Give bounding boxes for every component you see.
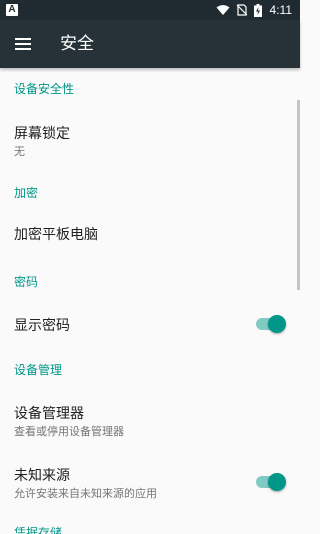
category-encryption: 加密 bbox=[14, 186, 39, 200]
app-notification-icon: A bbox=[6, 4, 18, 16]
show-passwords-toggle[interactable] bbox=[254, 315, 286, 333]
device-administrators-title: 设备管理器 bbox=[14, 406, 84, 422]
toggle-thumb bbox=[268, 315, 286, 333]
category-device-security: 设备安全性 bbox=[14, 82, 75, 96]
status-bar: A 4:11 bbox=[0, 0, 300, 20]
category-passwords: 密码 bbox=[14, 275, 39, 289]
app-bar: 安全 bbox=[0, 20, 300, 68]
wifi-icon bbox=[216, 5, 230, 15]
show-passwords-item[interactable]: 显示密码 bbox=[0, 300, 300, 348]
encrypt-tablet-item[interactable]: 加密平板电脑 bbox=[0, 208, 300, 256]
status-time: 4:11 bbox=[269, 3, 292, 17]
battery-charging-icon bbox=[253, 3, 262, 17]
device-administrators-summary: 查看或停用设备管理器 bbox=[14, 425, 124, 438]
category-device-admin: 设备管理 bbox=[14, 363, 63, 377]
category-credential-storage: 凭据存储 bbox=[14, 526, 63, 534]
screen-lock-item[interactable]: 屏幕锁定 无 bbox=[0, 110, 300, 166]
hamburger-menu-icon[interactable] bbox=[12, 32, 36, 56]
status-icons: 4:11 bbox=[216, 0, 292, 20]
scrollbar[interactable] bbox=[297, 100, 300, 290]
device-administrators-item[interactable]: 设备管理器 查看或停用设备管理器 bbox=[0, 388, 300, 444]
no-sim-icon bbox=[236, 4, 247, 16]
page-title: 安全 bbox=[60, 34, 94, 54]
toggle-thumb bbox=[268, 473, 286, 491]
screen-lock-summary: 无 bbox=[14, 145, 25, 158]
encrypt-tablet-title: 加密平板电脑 bbox=[14, 227, 98, 243]
screen-lock-title: 屏幕锁定 bbox=[14, 126, 70, 142]
show-passwords-title: 显示密码 bbox=[14, 318, 70, 334]
unknown-sources-item[interactable]: 未知来源 允许安装来自未知来源的应用 bbox=[0, 452, 300, 508]
unknown-sources-title: 未知来源 bbox=[14, 468, 70, 484]
unknown-sources-toggle[interactable] bbox=[254, 473, 286, 491]
unknown-sources-summary: 允许安装来自未知来源的应用 bbox=[14, 487, 157, 500]
